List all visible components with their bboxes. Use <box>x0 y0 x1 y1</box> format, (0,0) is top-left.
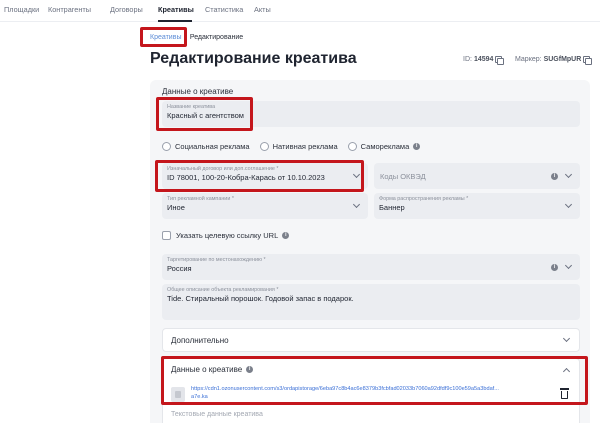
target-url-checkbox[interactable] <box>162 231 171 240</box>
info-icon[interactable]: i <box>413 142 421 150</box>
copy-icon[interactable] <box>495 56 504 65</box>
chevron-down-icon <box>564 261 573 270</box>
chevron-down-icon <box>562 334 571 343</box>
radio-social-ad[interactable]: Социальная реклама <box>162 141 250 151</box>
file-url-tail: a7e.ka <box>191 394 208 400</box>
location-select[interactable]: Таргетирование по местонахождению * Росс… <box>162 254 580 280</box>
campaign-type-select[interactable]: Тип рекламной кампании * Иное <box>162 193 368 219</box>
tab-creatives[interactable]: Креативы <box>158 5 194 14</box>
info-icon[interactable]: i <box>551 264 558 271</box>
file-url-text: https://cdn1.ozonusercontent.com/s3/orda… <box>191 386 499 392</box>
file-url-link[interactable]: https://cdn1.ozonusercontent.com/s3/orda… <box>191 385 553 401</box>
tab-contracts[interactable]: Договоры <box>110 5 143 14</box>
distribution-form-select[interactable]: Форма распространения рекламы * Баннер <box>374 193 580 219</box>
info-icon[interactable]: i <box>551 173 558 180</box>
creative-data-title-text: Данные о креативе <box>171 365 243 374</box>
description-textarea[interactable]: Общее описание объекта рекламирования * … <box>162 284 580 320</box>
active-tab-indicator <box>158 20 192 22</box>
location-value: Россия <box>167 264 192 273</box>
radio-label: Социальная реклама <box>175 141 250 151</box>
okved-select[interactable]: Коды ОКВЭД i <box>374 163 580 189</box>
breadcrumb: Креативы › Редактирование <box>150 34 243 44</box>
breadcrumb-current: Редактирование <box>189 34 244 41</box>
creative-id-label: ID: <box>463 56 472 63</box>
breadcrumb-separator: › <box>184 34 187 41</box>
creative-id: ID: 14594 <box>463 56 504 65</box>
chevron-up-icon[interactable] <box>562 367 571 376</box>
top-navigation: Площадки Контрагенты Договоры Креативы С… <box>0 0 600 22</box>
radio-native-ad[interactable]: Нативная реклама <box>259 141 338 151</box>
additional-panel-title: Дополнительно <box>171 336 229 345</box>
radio-self-ad[interactable]: Самореклама i <box>347 141 421 151</box>
creative-name-label: Название креатива <box>167 104 216 110</box>
radio-circle[interactable] <box>347 141 357 151</box>
chevron-down-icon <box>564 200 573 209</box>
radio-label: Нативная реклама <box>272 141 338 151</box>
contract-label: Изначальный договор или доп.соглашение * <box>167 166 279 172</box>
target-url-toggle[interactable]: Указать целевую ссылку URL i <box>162 231 290 240</box>
info-icon[interactable]: i <box>246 366 254 373</box>
file-thumbnail-icon <box>171 387 185 402</box>
tab-acts[interactable]: Акты <box>254 5 271 14</box>
text-data-placeholder: Текстовые данные креатива <box>171 411 263 418</box>
radio-circle[interactable] <box>259 141 269 151</box>
tab-counterparties[interactable]: Контрагенты <box>48 5 91 14</box>
creative-marker: Маркер: SUGfMpUR <box>515 56 592 65</box>
radio-label: Самореклама <box>360 141 410 151</box>
contract-select[interactable]: Изначальный договор или доп.соглашение *… <box>162 163 368 189</box>
marker-value: SUGfMpUR <box>543 56 582 63</box>
location-label: Таргетирование по местонахождению * <box>167 257 266 263</box>
distribution-form-value: Баннер <box>379 203 405 212</box>
description-label: Общее описание объекта рекламирования * <box>167 287 279 293</box>
radio-circle[interactable] <box>162 141 171 151</box>
tab-statistics[interactable]: Статистика <box>205 5 243 14</box>
creative-data-panel: Данные о креативе i https://cdn1.ozonuser… <box>162 358 580 423</box>
creative-id-value: 14594 <box>473 56 494 63</box>
description-value: Tide. Стиральный порошок. Годовой запас … <box>167 294 354 303</box>
breadcrumb-creatives-link[interactable]: Креативы <box>150 34 181 41</box>
trash-icon[interactable] <box>560 388 569 399</box>
campaign-type-label: Тип рекламной кампании * <box>167 196 234 202</box>
creative-name-value: Красный с агентством <box>167 111 244 120</box>
contract-value: ID 78001, 100-20-Кобра-Карась от 10.10.2… <box>167 173 325 182</box>
marker-label: Маркер: <box>515 56 542 63</box>
okved-placeholder: Коды ОКВЭД <box>380 172 426 181</box>
additional-panel[interactable]: Дополнительно <box>162 328 580 352</box>
page-title: Редактирование креатива <box>150 50 357 67</box>
chevron-down-icon <box>352 200 361 209</box>
target-url-label: Указать целевую ссылку URL <box>176 231 279 240</box>
campaign-type-value: Иное <box>167 203 185 212</box>
creative-name-field[interactable]: Название креатива Красный с агентством <box>162 101 580 127</box>
section-title: Данные о креативе <box>162 87 234 96</box>
copy-icon[interactable] <box>583 56 592 65</box>
uploaded-file-row: https://cdn1.ozonusercontent.com/s3/orda… <box>171 385 571 405</box>
ad-type-options: Социальная реклама Нативная реклама Само… <box>162 140 430 152</box>
chevron-down-icon <box>564 170 573 179</box>
distribution-form-label: Форма распространения рекламы * <box>379 196 469 202</box>
creative-data-panel-title[interactable]: Данные о креативе i <box>171 365 254 374</box>
info-icon[interactable]: i <box>282 232 290 239</box>
chevron-down-icon <box>352 170 361 179</box>
tab-platforms[interactable]: Площадки <box>4 5 39 14</box>
